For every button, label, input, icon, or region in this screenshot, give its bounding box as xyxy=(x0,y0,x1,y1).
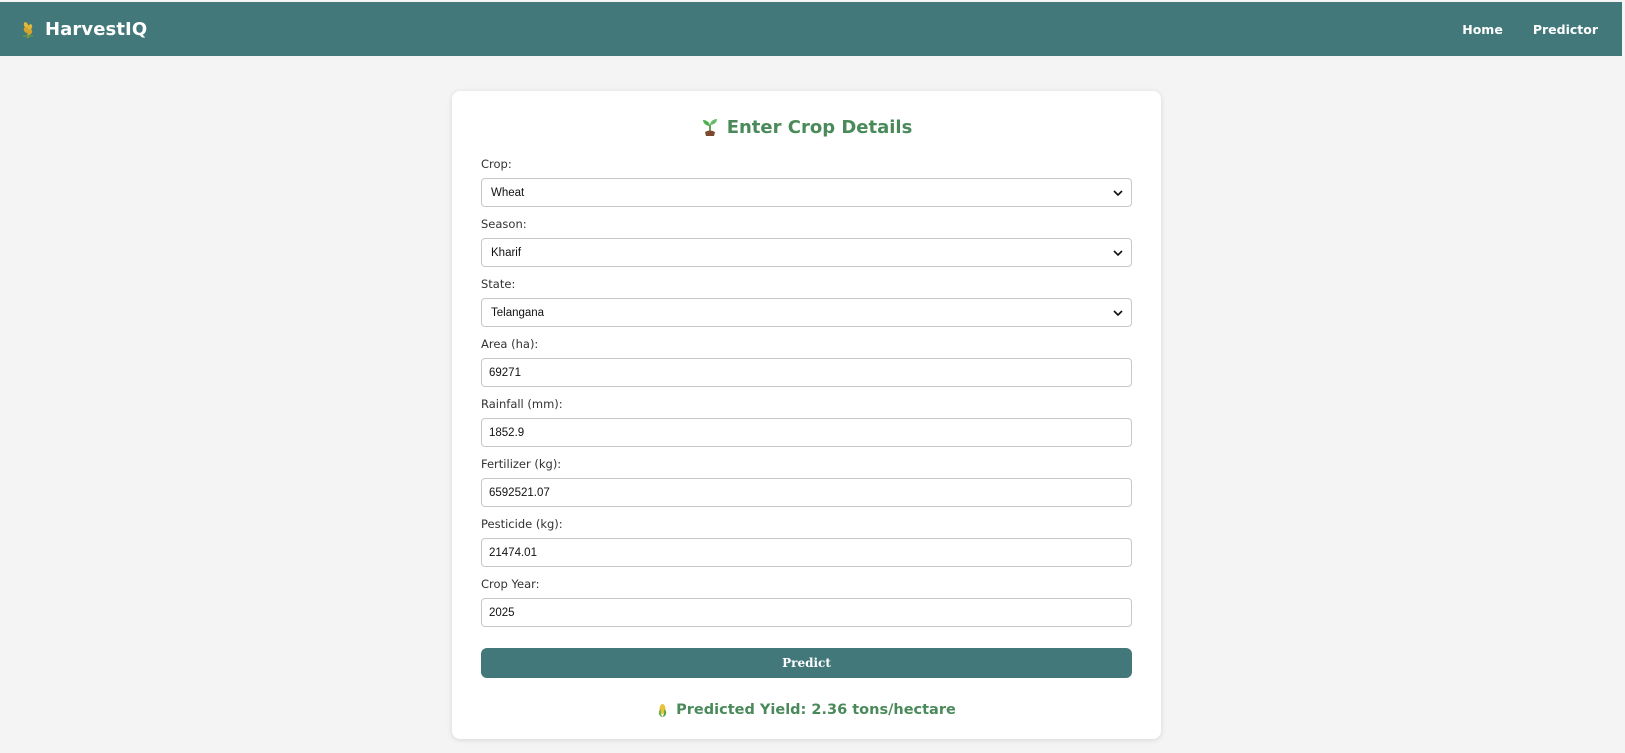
crop-year-field: Crop Year: 2025 xyxy=(481,577,1132,627)
pesticide-label: Pesticide (kg): xyxy=(481,517,563,531)
brand[interactable]: HarvestIQ xyxy=(20,19,147,40)
crop-select-value: Wheat xyxy=(491,186,525,199)
form-title: Enter Crop Details xyxy=(481,115,1132,139)
rainfall-input[interactable]: 1852.9 xyxy=(481,418,1132,447)
area-input[interactable]: 69271 xyxy=(481,358,1132,387)
chevron-down-icon xyxy=(1113,309,1123,316)
area-label: Area (ha): xyxy=(481,337,539,351)
fertilizer-label: Fertilizer (kg): xyxy=(481,457,562,471)
form-title-text: Enter Crop Details xyxy=(726,116,913,138)
crop-form: Crop: Wheat Season: Kharif State: Telang… xyxy=(481,157,1132,678)
season-select-value: Kharif xyxy=(491,246,522,259)
crop-label: Crop: xyxy=(481,157,512,171)
crop-select[interactable]: Wheat xyxy=(481,178,1132,207)
state-field: State: Telangana xyxy=(481,277,1132,327)
season-field: Season: Kharif xyxy=(481,217,1132,267)
area-field: Area (ha): 69271 xyxy=(481,337,1132,387)
nav-links: Home Predictor xyxy=(1462,22,1598,37)
seedling-icon xyxy=(702,119,717,136)
corn-icon xyxy=(658,703,667,717)
fertilizer-field: Fertilizer (kg): 6592521.07 xyxy=(481,457,1132,507)
chevron-down-icon xyxy=(1113,249,1123,256)
crop-field: Crop: Wheat xyxy=(481,157,1132,207)
chevron-down-icon xyxy=(1113,189,1123,196)
season-label: Season: xyxy=(481,217,527,231)
prediction-result: Predicted Yield: 2.36 tons/hectare xyxy=(481,702,1132,718)
nav-link-home[interactable]: Home xyxy=(1462,22,1503,37)
rainfall-label: Rainfall (mm): xyxy=(481,397,563,411)
brand-name: HarvestIQ xyxy=(45,18,148,40)
fertilizer-input[interactable]: 6592521.07 xyxy=(481,478,1132,507)
pesticide-input[interactable]: 21474.01 xyxy=(481,538,1132,567)
state-select-value: Telangana xyxy=(491,306,545,319)
pesticide-field: Pesticide (kg): 21474.01 xyxy=(481,517,1132,567)
state-select[interactable]: Telangana xyxy=(481,298,1132,327)
wheat-icon xyxy=(23,22,33,38)
nav-link-predictor[interactable]: Predictor xyxy=(1533,22,1598,37)
crop-year-label: Crop Year: xyxy=(481,577,540,591)
crop-year-input[interactable]: 2025 xyxy=(481,598,1132,627)
state-label: State: xyxy=(481,277,516,291)
prediction-result-text: Predicted Yield: 2.36 tons/hectare xyxy=(676,702,956,718)
crop-details-card: Enter Crop Details Crop: Wheat Season: K… xyxy=(452,91,1161,739)
predict-button[interactable]: Predict xyxy=(481,648,1132,678)
season-select[interactable]: Kharif xyxy=(481,238,1132,267)
rainfall-field: Rainfall (mm): 1852.9 xyxy=(481,397,1132,447)
navbar: HarvestIQ Home Predictor xyxy=(0,2,1622,56)
